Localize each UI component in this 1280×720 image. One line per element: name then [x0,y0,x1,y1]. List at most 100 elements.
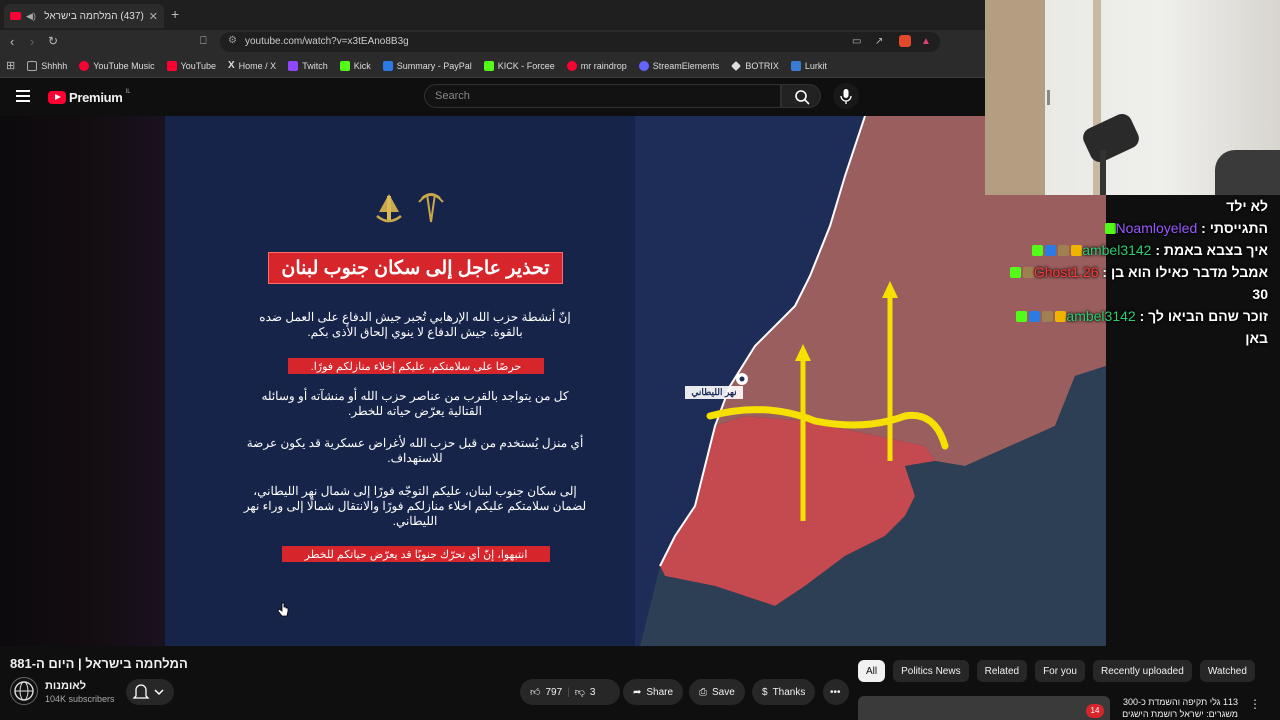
mic-arm [1100,150,1106,195]
search-placeholder: Search [435,90,470,102]
chip-recently-uploaded[interactable]: Recently uploaded [1092,660,1192,682]
thumbs-up-icon: 👍︎ [530,687,541,698]
share-button[interactable]: ➦ Share [623,679,684,705]
chat-text: באן [1245,330,1268,346]
youtube-premium-logo[interactable]: Premium IL [48,88,131,105]
microphone-icon [840,89,852,104]
video-player[interactable]: تحذير عاجل إلى سكان جنوب لبنان إنّ أنشطة… [0,116,1106,646]
back-icon[interactable]: ‹ [10,34,14,49]
subscriber-count: 104K subscribers [45,694,115,704]
address-bar[interactable]: ⚙ youtube.com/watch?v=x3tEAno8B3g [220,32,940,52]
like-dislike-group: 👍︎ 797 | 👎︎ 3 [520,679,620,705]
new-tab-button[interactable]: + [171,6,179,22]
warning-paragraph-3: أي منزل يُستخدم من قبل حزب الله لأغراض ع… [246,436,584,465]
warning-banner: تحذير عاجل إلى سكان جنوب لبنان [268,252,563,284]
bookmark-mr-raindrop[interactable]: mr raindrop [566,60,627,71]
apps-grid-icon[interactable]: ⊞ [6,59,15,72]
like-button[interactable]: 👍︎ 797 [530,686,563,699]
chair-object [1215,150,1280,195]
extension-icon[interactable]: ▲ [921,36,931,47]
bookmark-kick-forcee[interactable]: KICK - Forcee [483,60,555,71]
bookmark-label: Twitch [302,60,328,71]
bookmark-paypal[interactable]: Summary - PayPal [382,60,472,71]
browser-tabstrip: ◀) (437) המלחמה בישראל | היום ✕ + [0,0,985,30]
bookmark-youtube[interactable]: YouTube [166,60,216,71]
chip-for-you[interactable]: For you [1035,660,1085,682]
bookmark-streamelements[interactable]: StreamElements [638,60,719,71]
streamelements-icon [638,60,649,71]
thanks-button[interactable]: $ Thanks [752,679,816,705]
youtube-favicon-icon [10,12,21,20]
more-vertical-icon[interactable]: ⋮ [1249,697,1261,711]
bookmark-label: BOTRIX [745,60,779,71]
brave-shield-icon[interactable] [899,35,911,47]
youtube-header: Premium IL Search [0,78,985,116]
warning-pill-1: حرصًا على سلامتكم، عليكم إخلاء منازلكم ف… [288,358,544,374]
recommended-video-thumbnail[interactable]: 14 [858,696,1110,720]
gift-badge-icon [1022,267,1034,278]
chat-text: זוכר שהם הביאו לך [1148,308,1268,324]
save-button[interactable]: ⎙ Save [689,679,745,705]
bookmark-label: Kick [353,60,371,71]
kick-badge-icon [1032,245,1044,256]
bookmark-x[interactable]: X Home / X [228,60,276,71]
youtube-music-icon [79,60,90,71]
logo-region: IL [125,88,131,95]
bookmark-shhhh[interactable]: Shhhh [27,60,67,71]
microphone-object [1079,110,1143,166]
forward-icon[interactable]: › [30,34,34,49]
bookmark-lurkit[interactable]: Lurkit [790,60,827,71]
browser-navbar: ‹ › ↻ ⎕ ⚙ youtube.com/watch?v=x3tEAno8B3… [0,30,985,54]
logo-text: Premium [69,90,123,105]
webcam-door [985,0,1045,195]
paypal-icon [382,60,393,71]
mouse-cursor-icon [277,602,289,617]
channel-avatar[interactable] [10,677,38,705]
cast-icon[interactable]: ▭ [852,36,861,47]
chat-message-continued: 30 [985,283,1268,305]
chip-politics-news[interactable]: Politics News [893,660,969,682]
channel-name[interactable]: לאומנות [45,680,86,692]
crown-badge-icon [1055,311,1067,322]
bookmark-kick[interactable]: Kick [339,60,371,71]
folder-icon [27,60,38,71]
recommended-video-title[interactable]: 113 גלי תקיפה והשמדת כ-300 משגרים: ישראל… [1120,696,1238,720]
bookmark-label: mr raindrop [580,60,627,71]
like-count: 797 [545,686,563,698]
search-input[interactable]: Search [424,84,781,108]
url-text: youtube.com/watch?v=x3tEAno8B3g [245,36,409,47]
kick-badge-icon [1009,267,1021,278]
dislike-button[interactable]: 👎︎ 3 [574,686,596,699]
menu-icon[interactable] [16,90,30,102]
share-page-icon[interactable]: ↗ [875,36,883,47]
search-icon [795,90,810,105]
chat-text: איך בצבא באמת [1163,242,1268,258]
more-actions-button[interactable]: ••• [823,679,849,705]
tab-title: (437) המלחמה בישראל | היום [41,10,144,22]
bookmark-botrix[interactable]: BOTRIX [731,61,779,71]
bookmark-label: Summary - PayPal [396,60,472,71]
bookmark-icon[interactable]: ⎕ [200,35,207,48]
gift-badge-icon [1058,245,1070,256]
twitch-icon [288,60,299,71]
search-button[interactable] [781,84,821,108]
kick-icon [339,60,350,71]
chat-username: ambel3142 [1066,308,1136,324]
chat-text: לא ילד [1226,198,1268,214]
thanks-label: Thanks [772,686,806,698]
chat-text: אמבל מדבר כאילו הוא בן [1110,264,1268,280]
voice-search-button[interactable] [833,83,859,109]
chip-watched[interactable]: Watched [1199,660,1255,682]
dislike-count: 3 [589,686,596,698]
thumbs-down-icon: 👎︎ [574,687,585,698]
browser-tab[interactable]: ◀) (437) המלחמה בישראל | היום ✕ [4,4,164,28]
chip-all[interactable]: All [858,660,886,682]
reload-icon[interactable]: ↻ [48,34,58,48]
chip-related[interactable]: Related [976,660,1028,682]
bookmark-twitch[interactable]: Twitch [288,60,328,71]
site-info-icon[interactable]: ⚙ [228,35,237,46]
bookmark-youtube-music[interactable]: YouTube Music [79,60,155,71]
youtube-icon [566,60,577,71]
notification-bell-button[interactable] [126,679,174,705]
close-tab-icon[interactable]: ✕ [149,10,158,23]
